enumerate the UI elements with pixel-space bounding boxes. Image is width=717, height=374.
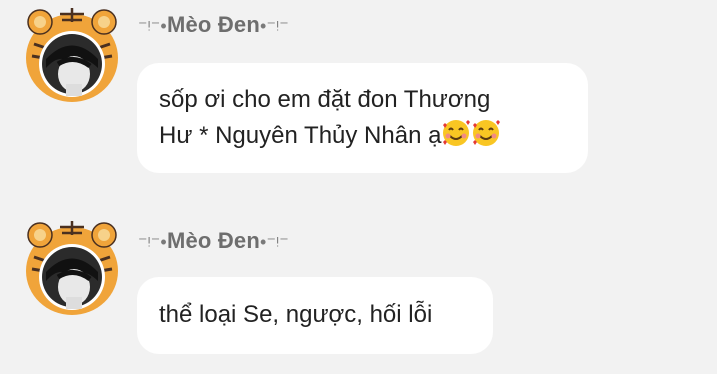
tiger-frame-avatar-icon [26, 221, 118, 315]
message-text-line: Hư * Nguyên Thủy Nhân ạ [159, 118, 566, 154]
message-item: ⁻ᵎ⁻•Mèo Đen•⁻ᵎ⁻ sốp ơi cho em đặt đon Th… [0, 0, 717, 190]
message-bubble[interactable]: sốp ơi cho em đặt đon Thương Hư * Nguyên… [137, 63, 588, 173]
message-bubble[interactable]: thể loại Se, ngược, hối lỗi [137, 277, 493, 354]
avatar[interactable] [22, 217, 122, 317]
message-text-line: thể loại Se, ngược, hối lỗi [159, 301, 433, 328]
sender-name-text: Mèo Đen [166, 12, 261, 37]
name-decoration-left: ⁻ᵎ⁻• [138, 232, 167, 252]
tiger-frame-avatar-icon [26, 8, 118, 102]
message-text-line-2: Hư * Nguyên Thủy Nhân ạ [159, 122, 442, 149]
sender-name: ⁻ᵎ⁻•Mèo Đen•⁻ᵎ⁻ [138, 228, 289, 254]
avatar[interactable] [22, 4, 122, 104]
message-item: ⁻ᵎ⁻•Mèo Đen•⁻ᵎ⁻ thể loại Se, ngược, hối … [0, 205, 717, 374]
name-decoration-right: •⁻ᵎ⁻ [260, 232, 289, 252]
smiling-face-with-hearts-icon [471, 118, 501, 148]
sender-name: ⁻ᵎ⁻•Mèo Đen•⁻ᵎ⁻ [138, 12, 289, 38]
name-decoration-right: •⁻ᵎ⁻ [260, 16, 289, 36]
name-decoration-left: ⁻ᵎ⁻• [138, 16, 167, 36]
smiling-face-with-hearts-icon [441, 118, 471, 148]
message-text-line: sốp ơi cho em đặt đon Thương [159, 86, 491, 113]
sender-name-text: Mèo Đen [166, 228, 261, 253]
